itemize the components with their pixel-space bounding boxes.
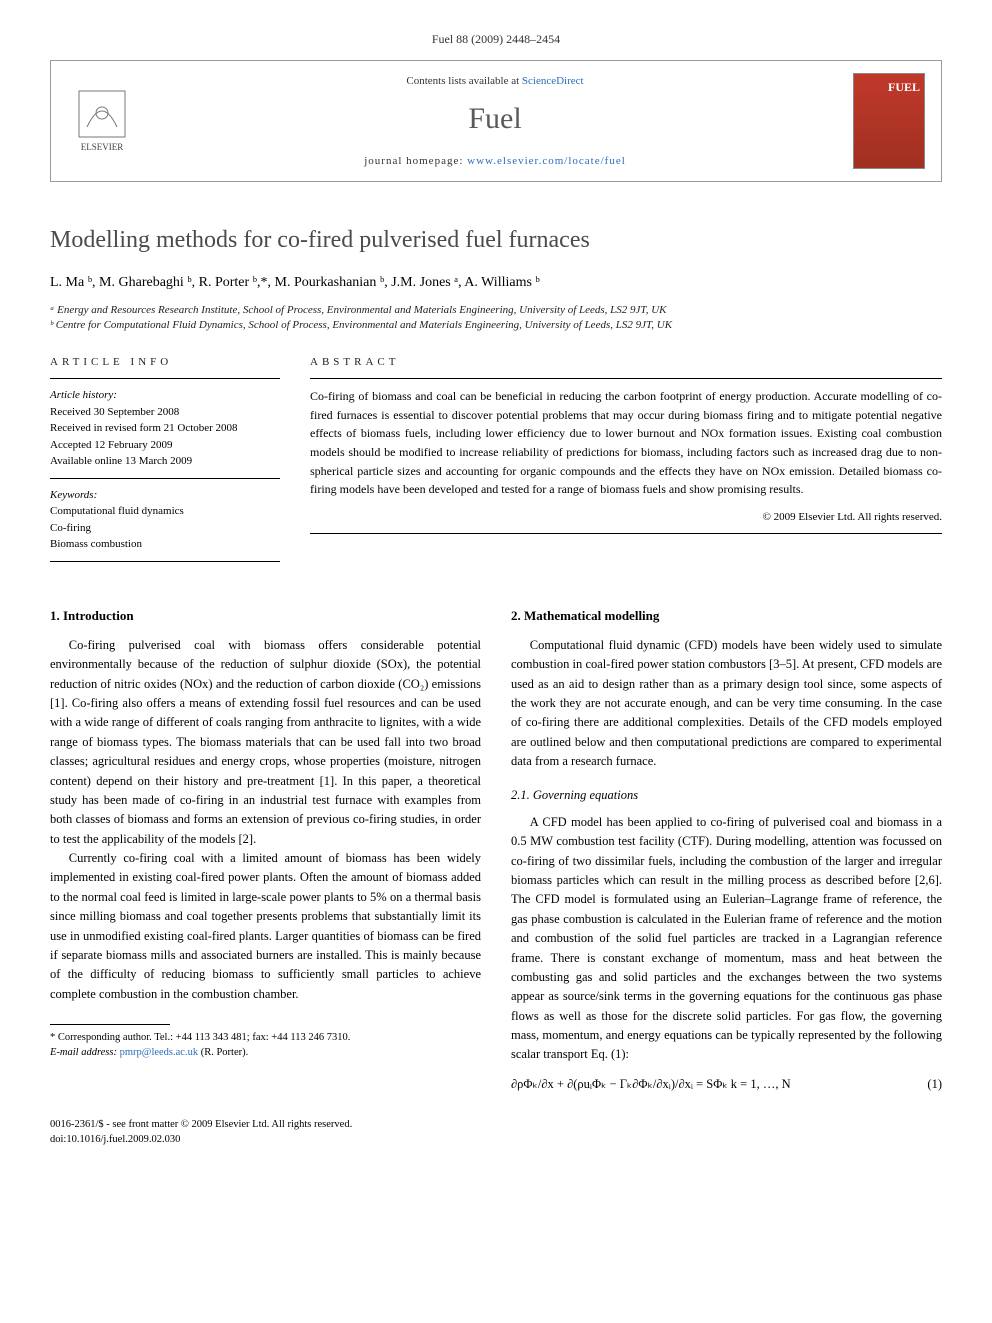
footer-front-matter: 0016-2361/$ - see front matter © 2009 El… xyxy=(50,1118,942,1133)
body-paragraph: Computational fluid dynamic (CFD) models… xyxy=(511,636,942,772)
equation-number: (1) xyxy=(927,1075,942,1094)
journal-header-box: ELSEVIER Contents lists available at Sci… xyxy=(50,60,942,182)
affiliations: ᵃ Energy and Resources Research Institut… xyxy=(50,303,942,334)
header-center: Contents lists available at ScienceDirec… xyxy=(153,73,837,169)
article-history-block: Article history: Received 30 September 2… xyxy=(50,387,280,470)
page-footer: 0016-2361/$ - see front matter © 2009 El… xyxy=(50,1118,942,1147)
footnotes: * Corresponding author. Tel.: +44 113 34… xyxy=(50,1031,481,1060)
article-info-header: ARTICLE INFO xyxy=(50,354,280,371)
received-date: Received 30 September 2008 xyxy=(50,404,280,421)
corresponding-author-footnote: * Corresponding author. Tel.: +44 113 34… xyxy=(50,1031,481,1046)
contents-prefix: Contents lists available at xyxy=(406,75,521,87)
section-1-heading: 1. Introduction xyxy=(50,606,481,626)
divider xyxy=(50,561,280,562)
equation-1: ∂ρΦₖ/∂x + ∂(ρuᵢΦₖ − Γₖ∂Φₖ/∂xᵢ)/∂xᵢ = SΦₖ… xyxy=(511,1075,942,1094)
sciencedirect-link[interactable]: ScienceDirect xyxy=(522,75,584,87)
email-author: (R. Porter). xyxy=(198,1047,248,1058)
journal-homepage-link[interactable]: www.elsevier.com/locate/fuel xyxy=(467,155,626,167)
divider xyxy=(310,378,942,379)
article-history-label: Article history: xyxy=(50,387,280,404)
corresponding-email-link[interactable]: pmrp@leeds.ac.uk xyxy=(120,1047,198,1058)
abstract-text: Co-firing of biomass and coal can be ben… xyxy=(310,387,942,499)
keyword: Computational fluid dynamics xyxy=(50,503,280,520)
keyword: Co-firing xyxy=(50,520,280,537)
info-abstract-row: ARTICLE INFO Article history: Received 3… xyxy=(50,354,942,570)
homepage-prefix: journal homepage: xyxy=(364,155,467,167)
abstract-copyright: © 2009 Elsevier Ltd. All rights reserved… xyxy=(310,509,942,526)
journal-reference: Fuel 88 (2009) 2448–2454 xyxy=(50,30,942,48)
article-title: Modelling methods for co-fired pulverise… xyxy=(50,222,942,258)
equation-expression: ∂ρΦₖ/∂x + ∂(ρuᵢΦₖ − Γₖ∂Φₖ/∂xᵢ)/∂xᵢ = SΦₖ… xyxy=(511,1075,791,1094)
section-2-heading: 2. Mathematical modelling xyxy=(511,606,942,626)
elsevier-logo: ELSEVIER xyxy=(67,81,137,161)
abstract-header: ABSTRACT xyxy=(310,354,942,371)
body-paragraph: Currently co-firing coal with a limited … xyxy=(50,849,481,1004)
keyword: Biomass combustion xyxy=(50,536,280,553)
online-date: Available online 13 March 2009 xyxy=(50,453,280,470)
footer-doi: doi:10.1016/j.fuel.2009.02.030 xyxy=(50,1133,942,1148)
affiliation-a: ᵃ Energy and Resources Research Institut… xyxy=(50,303,942,318)
divider xyxy=(50,478,280,479)
author-list: L. Ma ᵇ, M. Gharebaghi ᵇ, R. Porter ᵇ,*,… xyxy=(50,272,942,293)
contents-available-line: Contents lists available at ScienceDirec… xyxy=(153,73,837,90)
journal-cover-label: FUEL xyxy=(888,78,920,96)
divider xyxy=(50,378,280,379)
keywords-label: Keywords: xyxy=(50,487,280,504)
journal-homepage-line: journal homepage: www.elsevier.com/locat… xyxy=(153,153,837,170)
body-paragraph: A CFD model has been applied to co-firin… xyxy=(511,813,942,1065)
accepted-date: Accepted 12 February 2009 xyxy=(50,437,280,454)
email-footnote: E-mail address: pmrp@leeds.ac.uk (R. Por… xyxy=(50,1046,481,1061)
body-paragraph: Co-firing pulverised coal with biomass o… xyxy=(50,636,481,849)
keywords-block: Keywords: Computational fluid dynamics C… xyxy=(50,487,280,553)
journal-cover-thumbnail: FUEL xyxy=(853,73,925,169)
journal-name: Fuel xyxy=(153,96,837,141)
abstract-column: ABSTRACT Co-firing of biomass and coal c… xyxy=(310,354,942,570)
revised-date: Received in revised form 21 October 2008 xyxy=(50,420,280,437)
affiliation-b: ᵇ Centre for Computational Fluid Dynamic… xyxy=(50,318,942,333)
article-info-column: ARTICLE INFO Article history: Received 3… xyxy=(50,354,280,570)
footnote-separator xyxy=(50,1024,170,1025)
article-body: 1. Introduction Co-firing pulverised coa… xyxy=(50,600,942,1098)
email-label: E-mail address: xyxy=(50,1047,120,1058)
divider xyxy=(310,533,942,534)
section-2-1-heading: 2.1. Governing equations xyxy=(511,786,942,805)
elsevier-label: ELSEVIER xyxy=(81,141,124,155)
